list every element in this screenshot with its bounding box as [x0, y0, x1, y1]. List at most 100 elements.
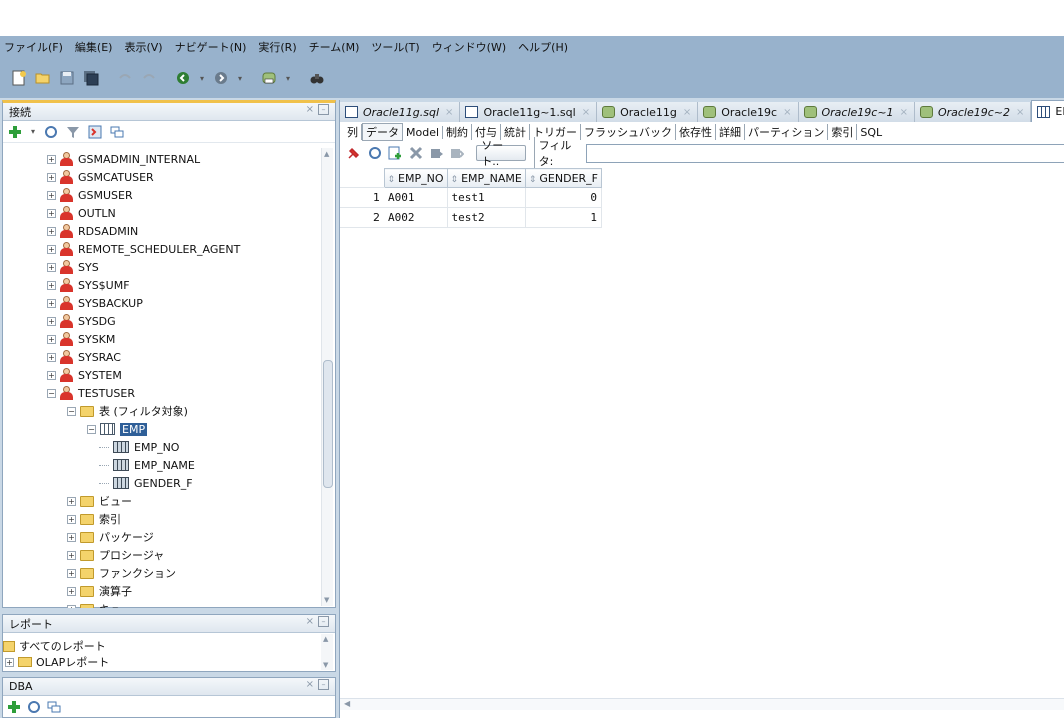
dropdown-icon[interactable]: ▾: [29, 124, 37, 140]
expand-icon[interactable]: +: [47, 352, 56, 362]
expand-icon[interactable]: +: [47, 316, 56, 326]
sort-button[interactable]: ソート..: [476, 139, 526, 168]
tree-item[interactable]: + プロシージャ: [67, 546, 164, 564]
column-header-emp-name[interactable]: ⇕ EMP_NAME: [446, 168, 526, 188]
expand-icon[interactable]: +: [47, 262, 56, 272]
refresh-icon[interactable]: [43, 124, 59, 140]
menu-window[interactable]: ウィンドウ(W): [432, 39, 506, 55]
editor-tab[interactable]: Oracle19c ×: [698, 102, 799, 122]
scroll-thumb[interactable]: [323, 360, 333, 488]
column-header-emp-no[interactable]: ⇕ EMP_NO: [383, 168, 448, 188]
subtab[interactable]: 列: [344, 124, 362, 140]
rollback-icon[interactable]: [450, 145, 466, 161]
scroll-up-icon[interactable]: ▲: [323, 635, 328, 643]
expand-icon[interactable]: +: [47, 370, 56, 380]
subtab[interactable]: 制約: [443, 124, 473, 140]
expand-icon[interactable]: +: [47, 244, 56, 254]
tree-item[interactable]: + REMOTE_SCHEDULER_AGENT: [47, 240, 240, 258]
editor-tab[interactable]: EMP×: [1031, 100, 1064, 122]
pin-icon[interactable]: [346, 145, 362, 161]
add-connection-icon[interactable]: [7, 124, 23, 140]
tree-item[interactable]: − 表 (フィルタ対象): [67, 402, 188, 420]
menu-view[interactable]: 表示(V): [124, 39, 162, 55]
add-connection-icon[interactable]: [7, 700, 21, 717]
back-icon[interactable]: [174, 69, 192, 87]
tree-item[interactable]: + SYSTEM: [47, 366, 122, 384]
menu-tools[interactable]: ツール(T): [371, 39, 419, 55]
expand-icon[interactable]: +: [67, 586, 76, 596]
sort-icon[interactable]: ⇕: [388, 175, 396, 185]
minimize-icon[interactable]: –: [318, 104, 329, 115]
menu-team[interactable]: チーム(M): [309, 39, 360, 55]
tree-item[interactable]: + キュー: [67, 600, 132, 608]
expand-icon[interactable]: −: [67, 406, 76, 416]
tree-item[interactable]: + SYSKM: [47, 330, 115, 348]
table-row[interactable]: 2 A002 test2 1: [340, 207, 603, 228]
filter-input[interactable]: [586, 143, 1064, 163]
tree-item[interactable]: + ビュー: [67, 492, 132, 510]
expand-icon[interactable]: +: [67, 568, 76, 578]
expand-icon[interactable]: +: [47, 334, 56, 344]
tree-item[interactable]: + パッケージ: [67, 528, 154, 546]
close-icon[interactable]: ×: [445, 107, 453, 118]
sql-dropdown-icon[interactable]: ▾: [284, 69, 292, 87]
refresh-icon[interactable]: [27, 700, 41, 717]
tree-item[interactable]: EMP_NAME: [99, 456, 195, 474]
cell-emp-no[interactable]: A001: [384, 187, 448, 208]
tree-item[interactable]: GENDER_F: [99, 474, 193, 492]
cell-emp-no[interactable]: A002: [384, 207, 448, 228]
editor-tab[interactable]: Oracle11g~1.sql ×: [460, 102, 598, 122]
close-icon[interactable]: ×: [683, 107, 691, 118]
tree-item[interactable]: + GSMUSER: [47, 186, 133, 204]
sort-icon[interactable]: ⇕: [529, 175, 537, 185]
expand-icon[interactable]: +: [67, 496, 76, 506]
reports-item-all[interactable]: すべてのレポート: [3, 637, 106, 655]
menu-run[interactable]: 実行(R): [258, 39, 296, 55]
tree-item[interactable]: + SYS$UMF: [47, 276, 130, 294]
expand-icon[interactable]: +: [67, 550, 76, 560]
filter-icon[interactable]: [65, 124, 81, 140]
expand-icon[interactable]: +: [47, 298, 56, 308]
delete-row-icon[interactable]: [408, 145, 424, 161]
collapse-icon[interactable]: [47, 700, 61, 717]
insert-row-icon[interactable]: [387, 145, 403, 161]
column-header-gender-f[interactable]: ⇕ GENDER_F: [524, 168, 603, 188]
tree-item[interactable]: − TESTUSER: [47, 384, 135, 402]
redo-icon[interactable]: [140, 69, 158, 87]
cell-emp-name[interactable]: test1: [447, 187, 526, 208]
new-icon[interactable]: [10, 69, 28, 87]
expand-icon[interactable]: +: [67, 532, 76, 542]
expand-icon[interactable]: +: [47, 226, 56, 236]
expand-icon[interactable]: +: [67, 604, 76, 608]
expand-icon[interactable]: +: [67, 514, 76, 524]
tree-item[interactable]: + GSMCATUSER: [47, 168, 154, 186]
close-icon[interactable]: ×: [1016, 107, 1024, 118]
subtab[interactable]: フラッシュバック: [581, 124, 677, 140]
tree-item[interactable]: EMP_NO: [99, 438, 179, 456]
subtab[interactable]: 依存性: [676, 124, 717, 140]
sort-icon[interactable]: ⇕: [451, 175, 459, 185]
schema-browser-icon[interactable]: [87, 124, 103, 140]
editor-tab[interactable]: Oracle19c~1 ×: [798, 102, 915, 122]
expand-icon[interactable]: +: [47, 172, 56, 182]
reports-scrollbar[interactable]: ▲ ▼: [321, 634, 333, 670]
expand-icon[interactable]: −: [47, 388, 56, 398]
reports-item-olap[interactable]: + OLAPレポート: [5, 655, 109, 669]
tree-item[interactable]: + SYSRAC: [47, 348, 121, 366]
subtab[interactable]: SQL: [857, 126, 885, 139]
tree-item[interactable]: + ファンクション: [67, 564, 176, 582]
expand-icon[interactable]: +: [5, 657, 14, 667]
expand-icon[interactable]: +: [47, 208, 56, 218]
binoculars-icon[interactable]: [308, 69, 326, 87]
tree-item[interactable]: + GSMADMIN_INTERNAL: [47, 150, 200, 168]
cell-emp-name[interactable]: test2: [447, 207, 526, 228]
commit-icon[interactable]: [429, 145, 445, 161]
back-dropdown-icon[interactable]: ▾: [198, 69, 206, 87]
close-icon[interactable]: ×: [306, 104, 314, 115]
tree-vertical-scrollbar[interactable]: ▲ ▼: [321, 148, 333, 606]
tree-item[interactable]: + RDSADMIN: [47, 222, 138, 240]
save-all-icon[interactable]: [82, 69, 100, 87]
minimize-icon[interactable]: –: [318, 616, 329, 627]
scroll-left-icon[interactable]: ◀: [344, 699, 350, 708]
grid-horizontal-scrollbar[interactable]: ◀: [340, 698, 1064, 710]
